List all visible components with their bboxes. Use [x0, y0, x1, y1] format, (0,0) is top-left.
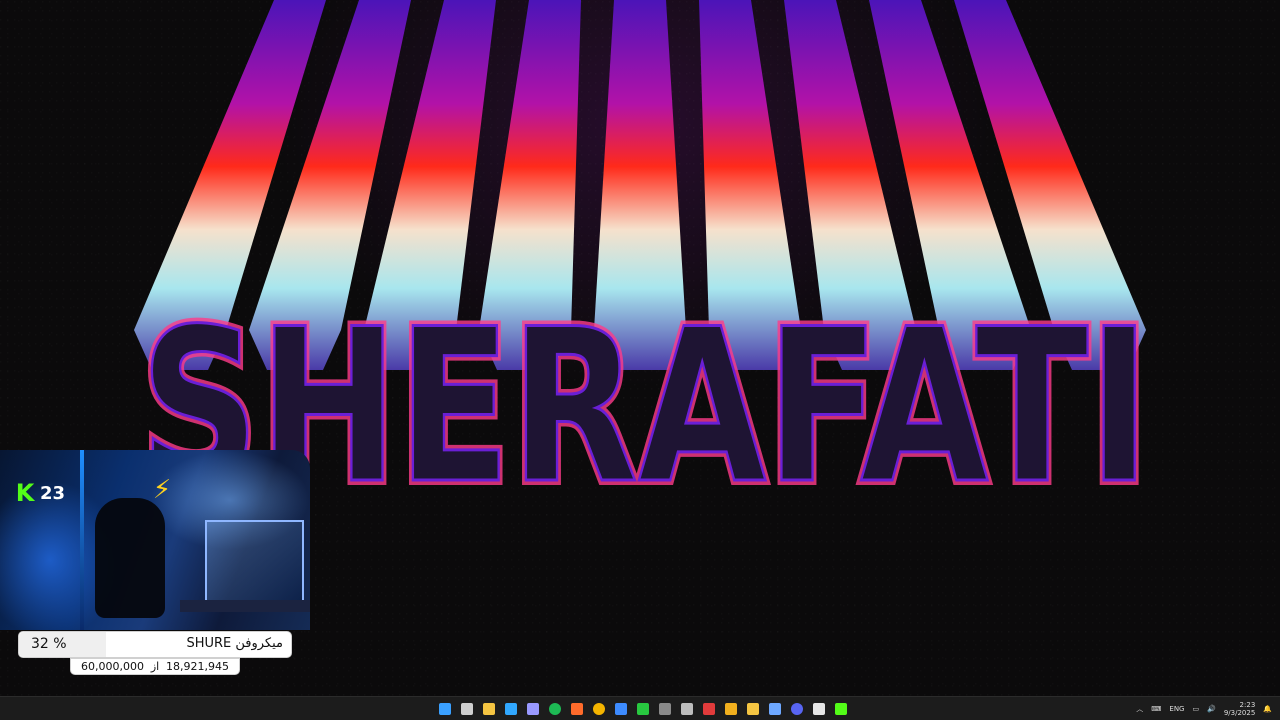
volume-icon[interactable]: 🔊 — [1207, 705, 1216, 713]
goal-amounts: 60,000,000 از 18,921,945 — [70, 658, 240, 675]
task-view-icon[interactable] — [456, 699, 478, 719]
language-indicator[interactable]: ENG — [1169, 705, 1184, 713]
start-icon[interactable] — [434, 699, 456, 719]
notification-icon[interactable]: 🔔 — [1263, 705, 1272, 713]
app-kick-icon[interactable] — [830, 699, 852, 719]
discord-icon[interactable] — [786, 699, 808, 719]
goal-current: 18,921,945 — [166, 660, 229, 673]
clock-date: 9/3/2025 — [1223, 709, 1256, 717]
goal-title: میکروفن SHURE — [186, 636, 283, 651]
chevron-up-icon[interactable]: ︿ — [1136, 704, 1143, 714]
taskbar: ︿ ⌨ ENG ▭ 🔊 2:23 9/3/2025 🔔 — [0, 696, 1280, 720]
app-cloud-icon[interactable] — [764, 699, 786, 719]
system-tray: ︿ ⌨ ENG ▭ 🔊 2:23 9/3/2025 🔔 — [1136, 699, 1272, 719]
app-grid-icon[interactable] — [676, 699, 698, 719]
chrome-icon[interactable] — [588, 699, 610, 719]
clock[interactable]: 2:23 9/3/2025 — [1224, 701, 1255, 717]
app-red-icon[interactable] — [698, 699, 720, 719]
file-explorer-icon[interactable] — [478, 699, 500, 719]
app-dark-icon[interactable] — [654, 699, 676, 719]
lightning-bolt-icon: ⚡ — [152, 475, 172, 505]
spotify-icon[interactable] — [544, 699, 566, 719]
goal-percent: 32 % — [31, 636, 67, 652]
app-bag-icon[interactable] — [742, 699, 764, 719]
kick-logo-icon: K — [15, 479, 35, 507]
app-green-icon[interactable] — [632, 699, 654, 719]
gaming-chair — [95, 498, 165, 618]
viewer-count: 23 — [40, 482, 66, 504]
app-orange-icon[interactable] — [566, 699, 588, 719]
pc-case — [205, 520, 304, 604]
premiere-icon[interactable] — [522, 699, 544, 719]
clock-time: 2:23 — [1239, 701, 1256, 709]
photoshop-icon[interactable] — [500, 699, 522, 719]
app-yellow-icon[interactable] — [720, 699, 742, 719]
goal-of-label: از — [150, 660, 160, 673]
viewer-counter: K 23 — [14, 479, 66, 507]
goal-target: 60,000,000 — [81, 660, 144, 673]
donation-goal-bar: 32 % میکروفن SHURE — [18, 631, 292, 658]
app-window-icon[interactable] — [808, 699, 830, 719]
network-icon[interactable]: ▭ — [1192, 705, 1199, 713]
taskbar-apps — [434, 699, 852, 719]
keyboard-icon[interactable]: ⌨ — [1151, 705, 1161, 713]
app-blue-icon[interactable] — [610, 699, 632, 719]
